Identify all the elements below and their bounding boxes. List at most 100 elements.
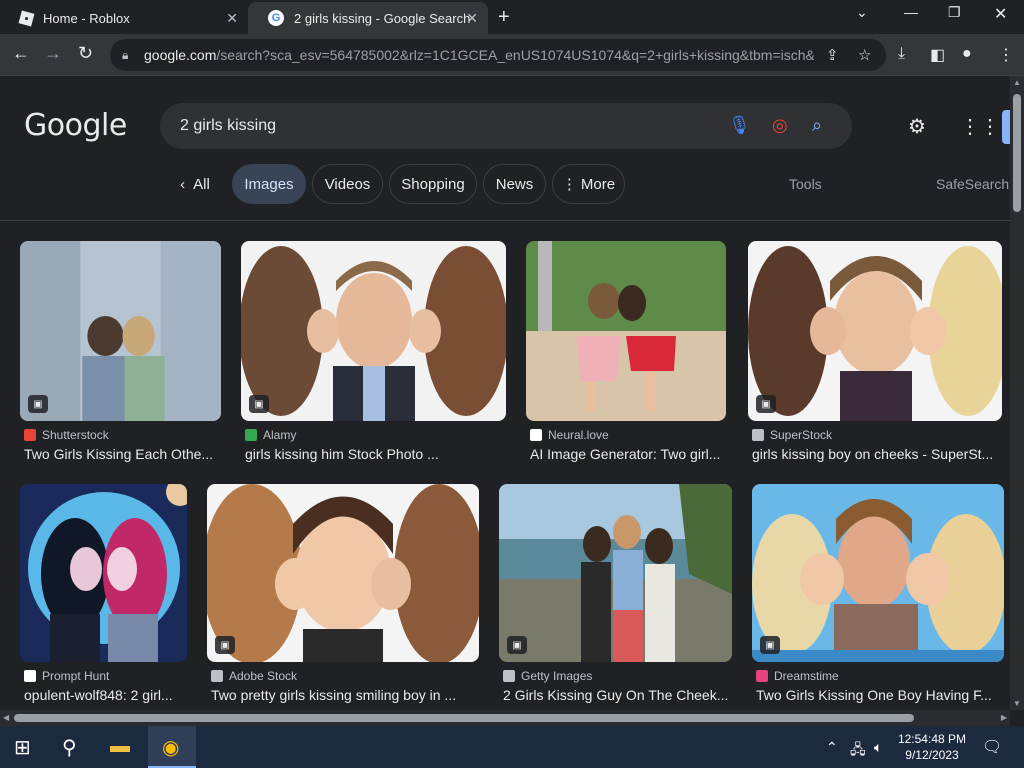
horizontal-scroll-thumb[interactable] — [14, 714, 914, 722]
result-title[interactable]: girls kissing him Stock Photo ... — [245, 446, 506, 462]
forward-icon[interactable]: → — [44, 43, 62, 64]
result-title[interactable]: opulent-wolf848: 2 girl... — [24, 687, 187, 703]
windows-start-icon[interactable]: ⊞ — [14, 735, 31, 760]
result-title[interactable]: AI Image Generator: Two girl... — [530, 446, 726, 462]
image-result[interactable]: Neural.love AI Image Generator: Two girl… — [526, 241, 726, 462]
lock-icon[interactable]: 🔒︎ — [122, 48, 136, 63]
chrome-taskbar-button[interactable]: ◉ — [148, 726, 196, 768]
search-icon[interactable]: ⌕ — [812, 115, 822, 136]
network-icon[interactable]: 🖧 — [850, 739, 866, 763]
side-panel-icon[interactable]: ◧ — [930, 45, 945, 65]
tab-google-search[interactable]: G 2 girls kissing - Google Search ✕ — [248, 2, 488, 34]
source-favicon-icon — [756, 670, 768, 682]
image-result[interactable]: ▣ SuperStock girls kissing boy on cheeks… — [748, 241, 1002, 462]
source-name: Alamy — [263, 428, 297, 442]
image-result[interactable]: Prompt Hunt opulent-wolf848: 2 girl... — [20, 484, 187, 703]
filter-more[interactable]: ⋮ More — [552, 164, 625, 204]
result-title[interactable]: girls kissing boy on cheeks - SuperSt... — [752, 446, 1002, 462]
header-divider — [0, 220, 1010, 221]
safesearch-button[interactable]: SafeSearch — [936, 176, 1009, 192]
result-source: Alamy — [245, 428, 506, 442]
result-title[interactable]: 2 Girls Kissing Guy On The Cheek... — [503, 687, 732, 703]
image-badge-icon: ▣ — [28, 395, 48, 413]
result-title[interactable]: Two pretty girls kissing smiling boy in … — [211, 687, 479, 703]
search-icon[interactable]: ⚲ — [62, 735, 77, 760]
minimize-icon[interactable]: — — [904, 4, 918, 20]
vertical-scroll-thumb[interactable] — [1013, 94, 1021, 212]
source-name: Getty Images — [521, 669, 593, 683]
tools-button[interactable]: Tools — [789, 176, 822, 192]
restore-icon[interactable]: ❐ — [948, 4, 961, 21]
filter-label: All — [193, 175, 210, 193]
vertical-scrollbar[interactable]: ▲ ▼ — [1010, 76, 1024, 710]
source-favicon-icon — [752, 429, 764, 441]
result-thumbnail[interactable]: ▣ — [207, 484, 479, 662]
result-title[interactable]: Two Girls Kissing Each Othe... — [24, 446, 221, 462]
url-text: google.com/search?sca_esv=564785002&rlz=… — [144, 47, 814, 63]
show-hidden-icons-icon[interactable]: ⌃ — [826, 739, 838, 756]
scroll-down-icon[interactable]: ▼ — [1013, 699, 1021, 708]
result-thumbnail[interactable]: ▣ — [20, 241, 221, 421]
share-icon[interactable]: ⇪ — [826, 46, 839, 64]
tab-strip: ▪ Home - Roblox ✕ G 2 girls kissing - Go… — [0, 0, 1024, 34]
image-badge-icon: ▣ — [249, 395, 269, 413]
system-clock[interactable]: 12:54:48 PM 9/12/2023 — [898, 731, 966, 763]
filter-images[interactable]: Images — [232, 164, 306, 204]
image-result[interactable]: ▣ Adobe Stock Two pretty girls kissing s… — [207, 484, 479, 703]
scroll-up-icon[interactable]: ▲ — [1013, 78, 1021, 87]
result-title[interactable]: Two Girls Kissing One Boy Having F... — [756, 687, 1004, 703]
bookmark-star-icon[interactable]: ☆ — [858, 46, 871, 64]
source-favicon-icon — [24, 429, 36, 441]
source-favicon-icon — [24, 670, 36, 682]
result-thumbnail[interactable] — [526, 241, 726, 421]
settings-gear-icon[interactable]: ⚙ — [908, 114, 926, 139]
close-tab-icon[interactable]: ✕ — [466, 10, 478, 27]
file-explorer-icon[interactable]: ▬ — [110, 735, 130, 758]
voice-search-icon[interactable]: 🎙︎ — [728, 115, 751, 136]
tab-title: 2 girls kissing - Google Search — [294, 10, 471, 26]
sign-in-button[interactable] — [1002, 110, 1010, 144]
scroll-right-icon[interactable]: ▶ — [1001, 713, 1007, 722]
menu-kebab-icon[interactable]: ⋮ — [998, 45, 1014, 65]
horizontal-scrollbar[interactable]: ◀ ▶ — [0, 710, 1010, 726]
scroll-left-icon[interactable]: ◀ — [3, 713, 9, 722]
back-icon[interactable]: ← — [12, 43, 30, 64]
close-tab-icon[interactable]: ✕ — [226, 10, 238, 27]
download-icon[interactable]: ⤓ — [898, 45, 905, 63]
search-results-page: Google 2 girls kissing 🎙︎ ◎ ⌕ ⚙ ⋮⋮ ‹ All… — [0, 76, 1010, 710]
notifications-icon[interactable]: 🗨︎ — [982, 737, 1002, 757]
address-bar[interactable]: 🔒︎ google.com/search?sca_esv=564785002&r… — [110, 39, 886, 71]
image-result[interactable]: ▣ Shutterstock Two Girls Kissing Each Ot… — [20, 241, 221, 462]
result-thumbnail[interactable]: ▣ — [748, 241, 1002, 421]
tab-search-chevron-icon[interactable]: ⌄ — [856, 4, 868, 21]
filter-all[interactable]: ‹ All — [168, 164, 222, 204]
tab-roblox[interactable]: ▪ Home - Roblox ✕ — [0, 2, 248, 34]
result-thumbnail[interactable]: ▣ — [241, 241, 506, 421]
url-host: google.com — [144, 47, 217, 63]
search-query[interactable]: 2 girls kissing — [180, 117, 276, 135]
google-logo[interactable]: Google — [24, 108, 127, 143]
new-tab-icon[interactable]: + — [498, 6, 510, 29]
source-name: Dreamstime — [774, 669, 839, 683]
source-favicon-icon — [503, 670, 515, 682]
filter-videos[interactable]: Videos — [312, 164, 383, 204]
chevron-left-icon: ‹ — [180, 175, 186, 193]
close-window-icon[interactable]: ✕ — [994, 4, 1007, 24]
result-thumbnail[interactable]: ▣ — [499, 484, 732, 662]
result-thumbnail[interactable]: ▣ — [752, 484, 1004, 662]
reload-icon[interactable]: ↻ — [78, 43, 93, 64]
lens-icon[interactable]: ◎ — [772, 115, 788, 136]
image-result[interactable]: ▣ Getty Images 2 Girls Kissing Guy On Th… — [499, 484, 732, 703]
source-name: SuperStock — [770, 428, 833, 442]
filter-news[interactable]: News — [483, 164, 546, 204]
source-name: Prompt Hunt — [42, 669, 110, 683]
apps-grid-icon[interactable]: ⋮⋮ — [960, 114, 1000, 139]
volume-muted-icon[interactable]: 🔈︎ — [874, 739, 882, 756]
filter-shopping[interactable]: Shopping — [389, 164, 477, 204]
image-result[interactable]: ▣ Dreamstime Two Girls Kissing One Boy H… — [752, 484, 1004, 703]
result-thumbnail[interactable] — [20, 484, 187, 662]
clock-time: 12:54:48 PM — [897, 732, 966, 746]
search-box[interactable]: 2 girls kissing 🎙︎ ◎ ⌕ — [160, 103, 852, 149]
profile-icon[interactable]: ● — [962, 45, 972, 63]
image-result[interactable]: ▣ Alamy girls kissing him Stock Photo ..… — [241, 241, 506, 462]
